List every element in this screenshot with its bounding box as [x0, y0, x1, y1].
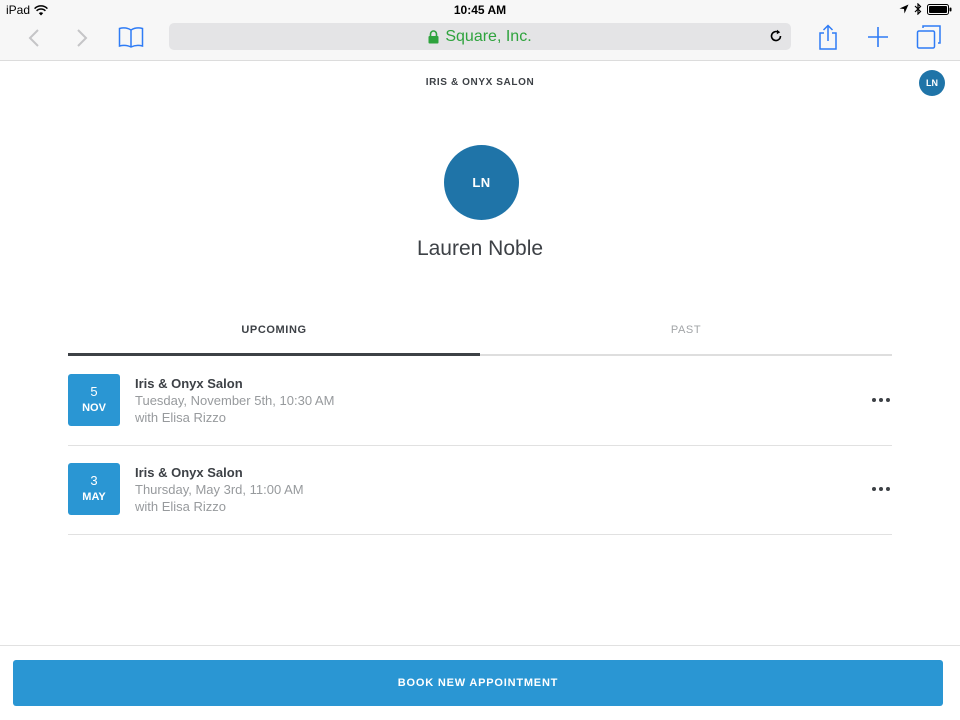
footer: BOOK NEW APPOINTMENT — [0, 645, 960, 720]
tab-past[interactable]: PAST — [480, 312, 892, 356]
date-month: MAY — [82, 491, 106, 503]
bookmarks-icon[interactable] — [117, 25, 145, 49]
reload-icon[interactable] — [767, 27, 785, 45]
appointment-item[interactable]: 3 MAY Iris & Onyx Salon Thursday, May 3r… — [68, 446, 892, 535]
date-badge: 3 MAY — [68, 463, 120, 515]
forward-icon[interactable] — [72, 28, 92, 48]
appointment-info: Iris & Onyx Salon Thursday, May 3rd, 11:… — [135, 464, 304, 515]
date-day: 5 — [90, 384, 98, 399]
tabs-icon[interactable] — [916, 24, 942, 50]
date-month: NOV — [82, 402, 106, 414]
address-display: Square, Inc. — [169, 28, 791, 46]
status-bar: iPad 10:45 AM — [0, 0, 960, 20]
appointment-datetime: Tuesday, November 5th, 10:30 AM — [135, 393, 335, 408]
location-icon — [899, 4, 909, 14]
appointment-staff: with Elisa Rizzo — [135, 410, 227, 425]
lock-icon — [428, 30, 439, 44]
share-icon[interactable] — [816, 23, 840, 51]
tab-upcoming[interactable]: UPCOMING — [68, 312, 480, 356]
appointment-title: Iris & Onyx Salon — [135, 465, 243, 480]
appointment-item[interactable]: 5 NOV Iris & Onyx Salon Tuesday, Novembe… — [68, 357, 892, 446]
date-badge: 5 NOV — [68, 374, 120, 426]
merchant-name: IRIS & ONYX SALON — [425, 77, 535, 88]
appointment-list: 5 NOV Iris & Onyx Salon Tuesday, Novembe… — [68, 357, 892, 535]
appointment-datetime: Thursday, May 3rd, 11:00 AM — [135, 482, 304, 497]
more-options-icon[interactable] — [870, 389, 892, 411]
address-bar[interactable]: Square, Inc. — [169, 23, 791, 50]
profile-name: Lauren Noble — [416, 237, 544, 260]
more-options-icon[interactable] — [870, 478, 892, 500]
date-day: 3 — [90, 473, 98, 488]
profile-avatar: LN — [444, 145, 519, 220]
new-tab-icon[interactable] — [866, 25, 890, 49]
appointment-info: Iris & Onyx Salon Tuesday, November 5th,… — [135, 375, 334, 426]
appointment-staff: with Elisa Rizzo — [135, 499, 227, 514]
browser-toolbar: Square, Inc. — [0, 20, 960, 61]
status-indicators — [899, 3, 952, 15]
status-time: 10:45 AM — [453, 3, 507, 17]
header-avatar[interactable]: LN — [919, 70, 945, 96]
appointment-title: Iris & Onyx Salon — [135, 376, 243, 391]
url-text: Square, Inc. — [445, 28, 532, 45]
appointment-tabs: UPCOMING PAST — [68, 312, 892, 356]
back-icon[interactable] — [24, 28, 44, 48]
bluetooth-icon — [914, 3, 922, 15]
battery-icon — [927, 3, 952, 15]
book-appointment-button[interactable]: BOOK NEW APPOINTMENT — [13, 660, 943, 706]
